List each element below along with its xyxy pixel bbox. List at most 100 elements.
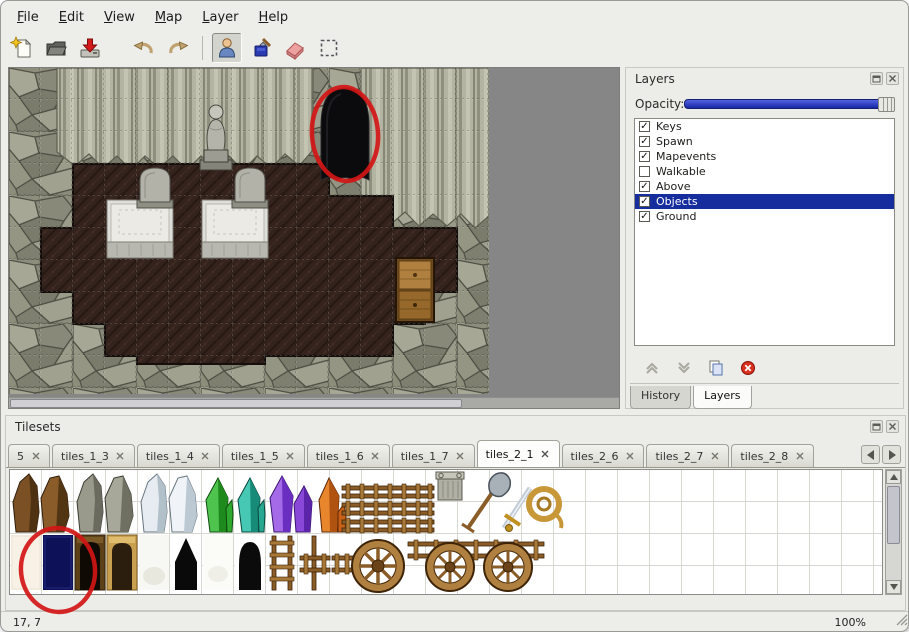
vscroll-handle[interactable]	[887, 486, 900, 544]
menu-view[interactable]: View	[94, 7, 145, 28]
new-file-button[interactable]	[7, 33, 37, 63]
layer-row-mapevents[interactable]: ✓ Mapevents	[635, 149, 894, 164]
map-canvas-area[interactable]	[8, 67, 620, 409]
tab-close-icon[interactable]	[455, 451, 466, 462]
tile-wheel-3[interactable]	[484, 543, 532, 591]
tileset-tab[interactable]: tiles_1_4	[137, 444, 220, 467]
tab-close-icon[interactable]	[709, 451, 720, 462]
save-button[interactable]	[75, 33, 105, 63]
tile-navy-selected[interactable]	[43, 535, 73, 590]
tileset-tab[interactable]: tiles_1_5	[222, 444, 305, 467]
layer-checkbox[interactable]	[639, 166, 650, 177]
open-button[interactable]	[41, 33, 71, 63]
tilesets-panel-header: Tilesets	[6, 416, 905, 438]
tilesets-panel: Tilesets 5 tiles_1_3	[5, 415, 906, 611]
duplicate-layer-button[interactable]	[706, 359, 726, 377]
tile-pale-2[interactable]	[203, 535, 233, 590]
layer-checkbox[interactable]: ✓	[639, 136, 650, 147]
layer-row-keys[interactable]: ✓ Keys	[635, 119, 894, 134]
menu-edit[interactable]: Edit	[49, 7, 94, 28]
tileset-tab-active[interactable]: tiles_2_1	[477, 440, 560, 467]
close-panel-icon[interactable]	[886, 72, 899, 85]
layer-move-up-button[interactable]	[642, 359, 662, 377]
map-hscroll-handle[interactable]	[10, 399, 462, 408]
tileset-tab-label: tiles_1_6	[316, 450, 364, 463]
tab-close-icon[interactable]	[285, 451, 296, 462]
tileset-tab[interactable]: tiles_1_3	[52, 444, 135, 467]
tab-scroll-right-button[interactable]	[882, 445, 901, 464]
layer-row-objects[interactable]: ✓ Objects	[635, 194, 894, 209]
fill-tool-button[interactable]	[246, 33, 276, 63]
map-canvas[interactable]	[9, 68, 489, 394]
layer-tools	[626, 355, 903, 381]
layer-checkbox[interactable]: ✓	[639, 181, 650, 192]
float-panel-icon[interactable]	[870, 420, 883, 433]
tile-dark-doorway[interactable]	[75, 535, 105, 590]
tile-cream[interactable]	[11, 535, 41, 590]
layer-row-above[interactable]: ✓ Above	[635, 179, 894, 194]
tab-history[interactable]: History	[630, 386, 691, 409]
layer-move-down-button[interactable]	[674, 359, 694, 377]
tileset-tab[interactable]: tiles_1_6	[307, 444, 390, 467]
menubar: File Edit View Map Layer Help	[7, 6, 298, 28]
layer-row-walkable[interactable]: Walkable	[635, 164, 894, 179]
tile-tan-doorway[interactable]	[107, 535, 137, 590]
tab-close-icon[interactable]	[200, 451, 211, 462]
tab-scroll-left-button[interactable]	[861, 445, 880, 464]
redo-button[interactable]	[163, 33, 193, 63]
gravestone-right	[232, 168, 268, 208]
delete-layer-button[interactable]	[738, 359, 758, 377]
menu-help[interactable]: Help	[249, 7, 299, 28]
menu-map[interactable]: Map	[145, 7, 192, 28]
scroll-up-icon[interactable]	[886, 470, 901, 484]
scroll-down-icon[interactable]	[886, 580, 901, 594]
tileset-tab[interactable]: tiles_1_7	[392, 444, 475, 467]
tab-close-icon[interactable]	[624, 451, 635, 462]
tileset-tiles	[10, 470, 882, 594]
float-panel-icon[interactable]	[870, 72, 883, 85]
opacity-slider-handle[interactable]	[878, 97, 895, 112]
tile-round-cave[interactable]	[235, 535, 265, 590]
panel-divider	[630, 383, 899, 384]
tile-wheel-large[interactable]	[352, 540, 404, 592]
layer-checkbox[interactable]: ✓	[639, 211, 650, 222]
eraser-tool-icon	[283, 36, 307, 60]
tab-close-icon[interactable]	[115, 451, 126, 462]
layer-name: Mapevents	[656, 150, 716, 163]
resize-grip[interactable]	[895, 611, 908, 630]
opacity-row: Opacity:	[626, 93, 903, 115]
tab-layers[interactable]: Layers	[693, 386, 751, 409]
layer-row-ground[interactable]: ✓ Ground	[635, 209, 894, 224]
layer-row-spawn[interactable]: ✓ Spawn	[635, 134, 894, 149]
layer-list[interactable]: ✓ Keys ✓ Spawn ✓ Mapevents Walkable ✓ Ab…	[634, 118, 895, 346]
tileset-canvas[interactable]	[9, 469, 883, 595]
tileset-vertical-scrollbar[interactable]	[885, 469, 902, 595]
tab-close-icon[interactable]	[794, 451, 805, 462]
tile-pale-1[interactable]	[139, 535, 169, 590]
tileset-tab-label: tiles_1_7	[401, 450, 449, 463]
map-horizontal-scrollbar[interactable]	[9, 397, 619, 408]
eraser-tool-button[interactable]	[280, 33, 310, 63]
tileset-tab[interactable]: tiles_2_7	[646, 444, 729, 467]
layer-checkbox[interactable]: ✓	[639, 196, 650, 207]
tab-close-icon[interactable]	[540, 449, 551, 460]
undo-button[interactable]	[129, 33, 159, 63]
menu-file[interactable]: File	[7, 7, 49, 28]
opacity-slider[interactable]	[684, 99, 895, 109]
close-panel-icon[interactable]	[886, 420, 899, 433]
select-tool-button[interactable]	[314, 33, 344, 63]
stamp-tool-button[interactable]	[212, 33, 242, 63]
tileset-tab[interactable]: tiles_2_8	[731, 444, 814, 467]
tileset-tab[interactable]: 5	[8, 444, 50, 467]
menu-layer[interactable]: Layer	[192, 7, 248, 28]
tile-column-capital[interactable]	[436, 472, 464, 500]
layer-checkbox[interactable]: ✓	[639, 121, 650, 132]
tab-close-icon[interactable]	[370, 451, 381, 462]
tab-close-icon[interactable]	[30, 451, 41, 462]
tile-pointed-cave[interactable]	[171, 535, 201, 590]
tileset-tab[interactable]: tiles_2_6	[562, 444, 645, 467]
layer-checkbox[interactable]: ✓	[639, 151, 650, 162]
tile-wheel-2[interactable]	[426, 543, 474, 591]
tileset-tab-label: tiles_2_1	[486, 448, 534, 461]
layers-panel-header: Layers	[626, 68, 903, 90]
